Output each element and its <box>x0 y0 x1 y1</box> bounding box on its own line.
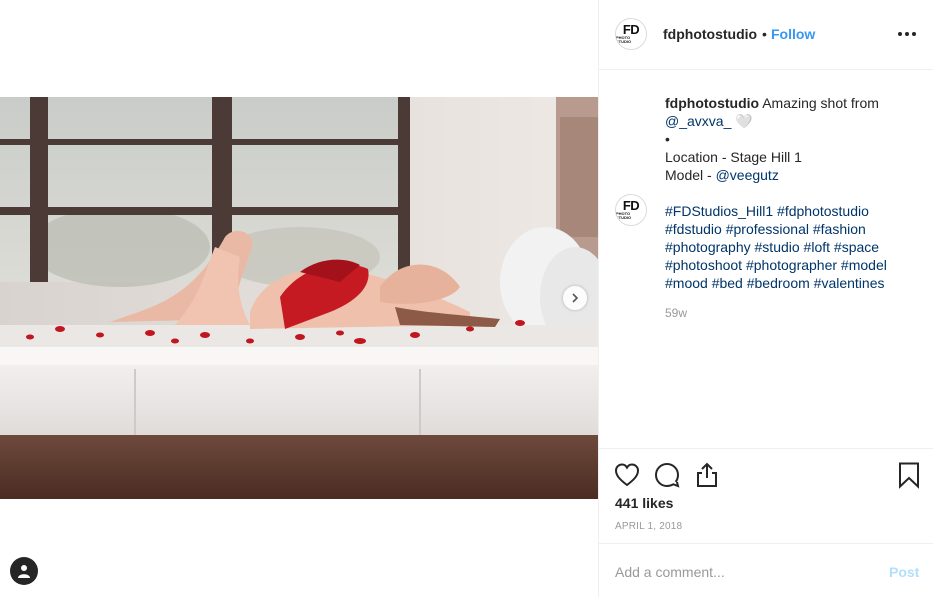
avatar-logo-subtext: PHOTO STUDIO <box>616 211 632 220</box>
caption-text: Amazing shot from <box>762 95 879 111</box>
chevron-right-icon <box>572 293 579 303</box>
post-username[interactable]: fdphotostudio <box>663 26 757 42</box>
hashtag-line[interactable]: #mood #bed #bedroom #valentines <box>665 274 885 292</box>
share-icon[interactable] <box>693 461 721 489</box>
caption-mention-link[interactable]: @_avxva_ 🤍 <box>665 113 753 129</box>
likes-count[interactable]: 441 likes <box>615 495 673 511</box>
comment-avatar[interactable]: FD PHOTO STUDIO <box>615 194 647 226</box>
caption-model-line: Model - @veegutz <box>665 166 779 184</box>
post-sidebar: FD PHOTO STUDIO fdphotostudio • Follow f… <box>598 0 933 597</box>
comment-timestamp[interactable]: 59w <box>665 306 687 320</box>
caption-line-2: @_avxva_ 🤍 <box>665 112 753 130</box>
media-pane <box>0 0 598 597</box>
instagram-post-view: FD PHOTO STUDIO fdphotostudio • Follow f… <box>0 0 933 597</box>
hashtag-line[interactable]: #photoshoot #photographer #model <box>665 256 887 274</box>
profile-avatar[interactable]: FD PHOTO STUDIO <box>615 18 647 50</box>
hashtag-line[interactable]: #photography #studio #loft #space <box>665 238 879 256</box>
avatar-logo-subtext: PHOTO STUDIO <box>616 35 632 44</box>
account-button[interactable] <box>10 557 38 585</box>
add-comment-form: Post <box>599 543 933 597</box>
hashtag-line[interactable]: #FDStudios_Hill1 #fdphotostudio <box>665 202 869 220</box>
post-photo[interactable] <box>0 97 598 499</box>
bookmark-icon[interactable] <box>895 461 923 489</box>
account-icon <box>18 565 30 578</box>
caption-bullet: • <box>665 131 670 147</box>
next-photo-button[interactable] <box>563 286 587 310</box>
post-comment-button[interactable]: Post <box>889 564 919 580</box>
comment-icon[interactable] <box>653 461 681 489</box>
caption-location: Location - Stage Hill 1 <box>665 149 802 165</box>
follow-button[interactable]: Follow <box>771 26 815 42</box>
caption-model-link[interactable]: @veegutz <box>716 167 779 183</box>
hashtag-line[interactable]: #fdstudio #professional #fashion <box>665 220 866 238</box>
caption-username[interactable]: fdphotostudio <box>665 95 759 111</box>
comment-input[interactable] <box>615 562 875 582</box>
caption-line-1: fdphotostudio Amazing shot from <box>665 94 879 112</box>
caption-model-prefix: Model - <box>665 167 716 183</box>
header-separator: • <box>762 26 767 42</box>
post-date[interactable]: APRIL 1, 2018 <box>615 521 682 532</box>
heart-icon[interactable] <box>613 461 641 489</box>
comments-area: fdphotostudio Amazing shot from @_avxva_… <box>599 70 933 448</box>
post-actions: 441 likes APRIL 1, 2018 Post <box>599 448 933 597</box>
more-options-icon[interactable] <box>895 24 919 44</box>
post-header: FD PHOTO STUDIO fdphotostudio • Follow <box>599 0 933 70</box>
